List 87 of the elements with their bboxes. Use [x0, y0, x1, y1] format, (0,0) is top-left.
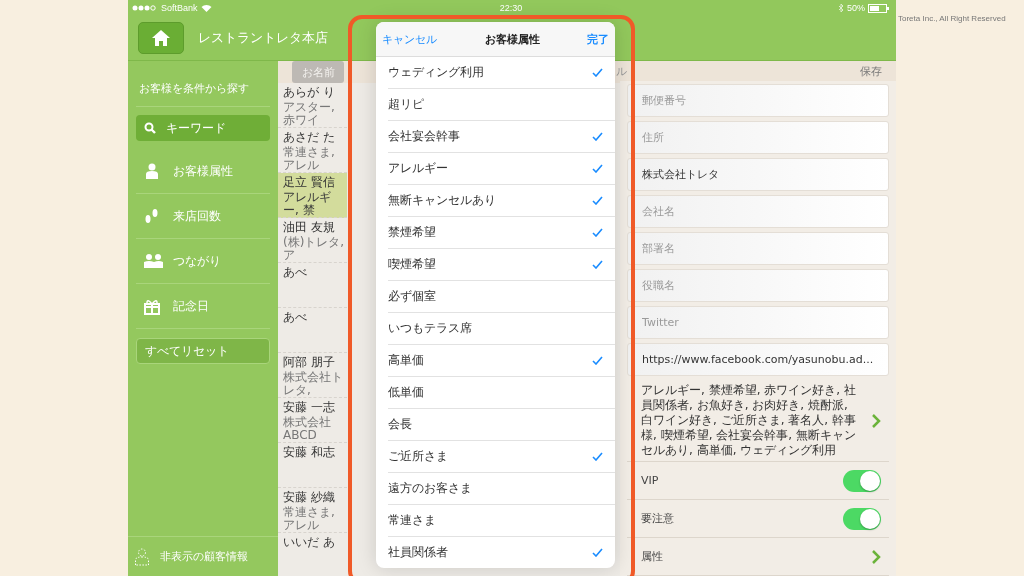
customer-note: (株)トレタ, ア: [283, 236, 345, 262]
customer-row[interactable]: あべ: [278, 263, 347, 308]
customer-name: あさだ た: [283, 130, 335, 145]
customer-note: 株式会社トレタ,: [283, 371, 344, 397]
toggle-switch[interactable]: [843, 507, 881, 530]
store-title: レストラントレタ本店: [198, 29, 328, 47]
switch-label: 要注意: [641, 511, 674, 526]
attribute-option[interactable]: 社員関係者: [388, 537, 615, 568]
customer-note: アレルギー, 禁: [283, 191, 332, 217]
copyright-text: Toreta Inc., All Right Reserved: [898, 14, 1006, 23]
text-field[interactable]: 郵便番号: [627, 84, 889, 117]
text-field[interactable]: 部署名: [627, 232, 889, 265]
text-field[interactable]: Twitter: [627, 306, 889, 339]
text-field[interactable]: 会社名: [627, 195, 889, 228]
checkmark-icon: [592, 548, 603, 557]
checkmark-icon: [592, 132, 603, 141]
attribute-option[interactable]: 禁煙希望: [388, 217, 615, 249]
attribute-option[interactable]: ウェディング利用: [388, 57, 615, 89]
attribute-option[interactable]: 高単価: [388, 345, 615, 377]
signal-icon: [132, 5, 158, 11]
customer-note: 株式会社ABCD: [283, 416, 332, 442]
customer-name: あらが り: [283, 85, 335, 100]
customer-name: 油田 友規: [283, 220, 335, 235]
customer-note: 常連さま, アレル: [283, 506, 336, 532]
checkmark-icon: [592, 260, 603, 269]
chevron-right-icon: [871, 548, 881, 565]
customer-row[interactable]: 安藤 一志 株式会社ABCD: [278, 398, 347, 443]
attribute-option[interactable]: いつもテラス席: [388, 313, 615, 345]
wifi-icon: [200, 4, 212, 12]
dotted-person-icon: [134, 547, 150, 566]
battery-percent-text: 50%: [847, 3, 865, 13]
customer-row[interactable]: 安藤 和志: [278, 443, 347, 488]
attribute-option[interactable]: 喫煙希望: [388, 249, 615, 281]
attribute-option[interactable]: アレルギー: [388, 153, 615, 185]
switch-label: VIP: [641, 474, 659, 487]
checkmark-icon: [592, 228, 603, 237]
text-field[interactable]: 住所: [627, 121, 889, 154]
checkmark-icon: [592, 68, 603, 77]
customer-row[interactable]: あべ: [278, 308, 347, 353]
clock-text: 22:30: [499, 3, 523, 13]
customer-row[interactable]: 阿部 朋子 株式会社トレタ,: [278, 353, 347, 398]
home-button[interactable]: [138, 22, 184, 54]
checkmark-icon: [592, 356, 603, 365]
battery-icon: [868, 3, 890, 13]
attribute-option[interactable]: ご近所さま: [388, 441, 615, 473]
gift-icon: [144, 297, 163, 315]
attribute-option[interactable]: 会長: [388, 409, 615, 441]
toggle-switch[interactable]: [843, 469, 881, 492]
customer-row[interactable]: 足立 賢信 アレルギー, 禁: [278, 173, 347, 218]
customer-row[interactable]: 安藤 紗織 常連さま, アレル: [278, 488, 347, 533]
customer-name: 安藤 一志: [283, 400, 335, 415]
customer-row[interactable]: あらが り アスター, 赤ワイ: [278, 83, 347, 128]
customer-row[interactable]: 油田 友規 (株)トレタ, ア: [278, 218, 347, 263]
customer-name: あべ: [283, 310, 307, 325]
sidebar-heading: お客様を条件から探す: [136, 61, 270, 107]
attribute-option[interactable]: 遠方のお客さま: [388, 473, 615, 505]
attribute-option[interactable]: 超リピ: [388, 89, 615, 121]
customer-note: 常連さま, アレル: [283, 146, 336, 172]
search-icon: [144, 122, 156, 134]
checkmark-icon: [592, 196, 603, 205]
people-icon: [144, 252, 163, 270]
checkmark-icon: [592, 164, 603, 173]
cancel-fragment-text: ル: [616, 63, 627, 79]
attribute-option[interactable]: 常連さま: [388, 505, 615, 537]
customer-name: 阿部 朋子: [283, 355, 335, 370]
customer-name: 安藤 紗織: [283, 490, 335, 505]
checkmark-icon: [592, 452, 603, 461]
carrier-text: SoftBank: [161, 3, 198, 13]
attribute-option[interactable]: 必ず個室: [388, 281, 615, 313]
row-label: 属性: [641, 549, 663, 564]
customer-note: アスター, 赤ワイ: [283, 101, 336, 127]
customer-name: 足立 賢信: [283, 175, 335, 190]
customer-row[interactable]: いいだ あ: [278, 533, 347, 576]
attribute-option[interactable]: 会社宴会幹事: [388, 121, 615, 153]
home-icon: [151, 29, 171, 47]
chevron-right-icon: [871, 412, 881, 429]
customer-name: 安藤 和志: [283, 445, 335, 460]
customer-name: いいだ あ: [283, 535, 335, 550]
popover-title: お客様属性: [484, 31, 540, 47]
save-button[interactable]: 保存: [860, 63, 882, 79]
text-field[interactable]: https://www.facebook.com/yasunobu.ad...: [627, 343, 889, 376]
attributes-text: アレルギー, 禁煙希望, 赤ワイン好き, 社員関係者, お魚好き, お肉好き, 焼酎派, 白ワイン好き, ご近所さま, 著名人, 幹事様, 喫煙希望, 会社宴会幹事, 無断キャンセルあり, 高単価, ウェディング利用: [640, 383, 857, 458]
customer-name: あべ: [283, 265, 307, 280]
text-field[interactable]: 株式会社トレタ: [627, 158, 889, 191]
attribute-option[interactable]: 無断キャンセルあり: [388, 185, 615, 217]
attribute-option[interactable]: 低単価: [388, 377, 615, 409]
text-field[interactable]: 役職名: [627, 269, 889, 302]
